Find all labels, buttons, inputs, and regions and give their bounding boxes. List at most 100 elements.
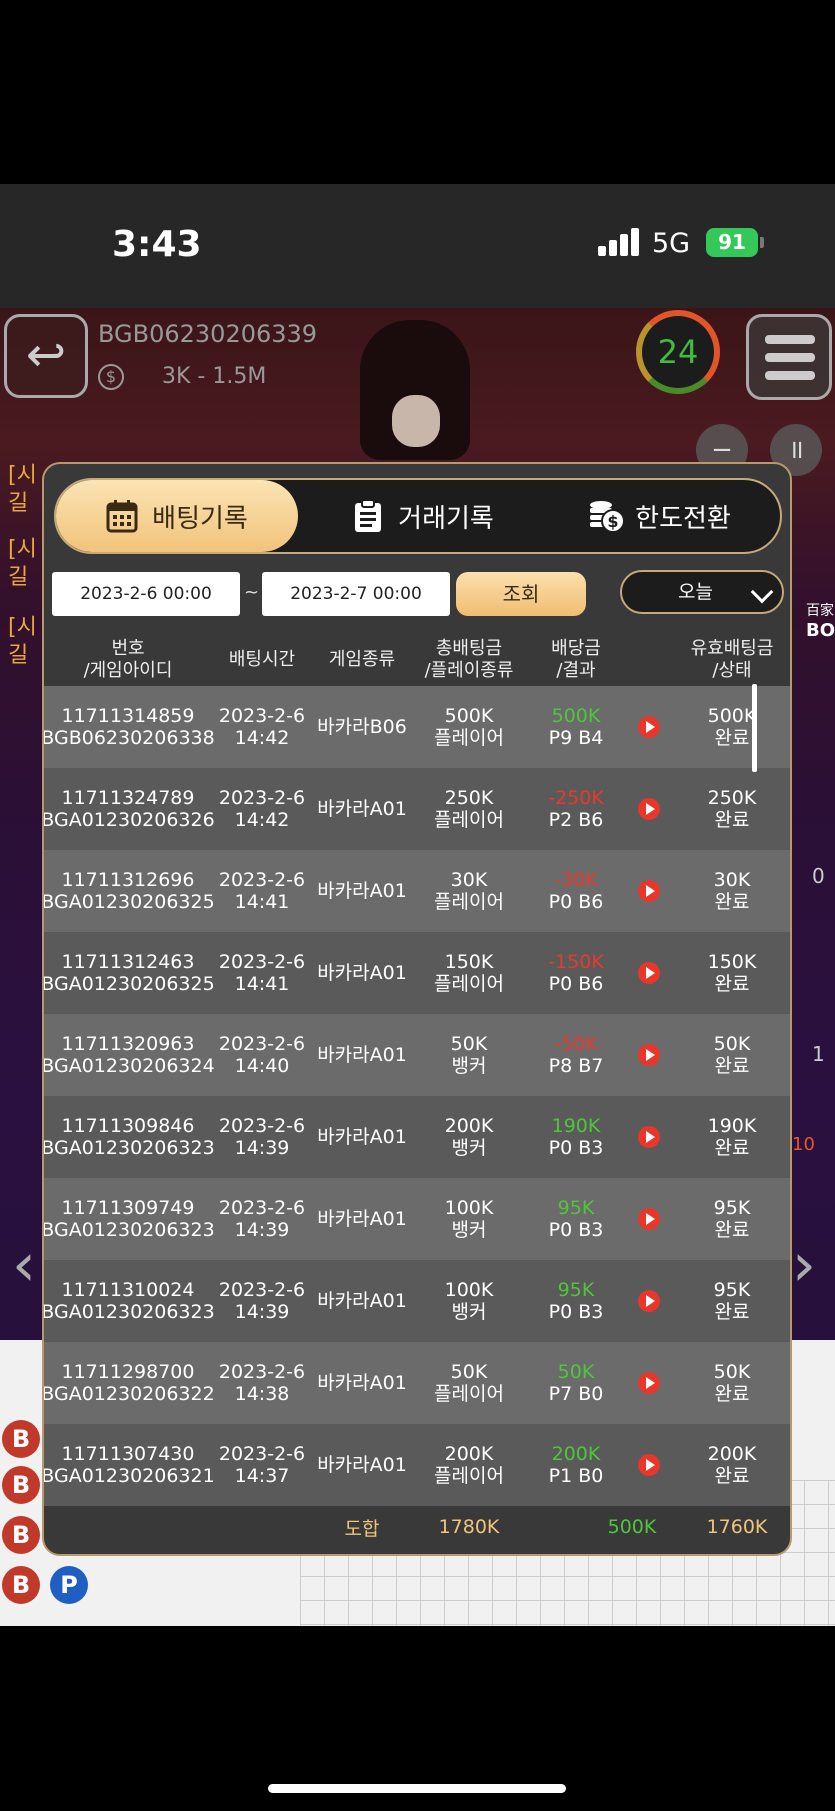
bet-number-cell: 11711307430 BGA01230206321 [42,1424,215,1506]
period-select[interactable]: 오늘 [620,570,784,614]
bet-time-time: 14:39 [234,1219,290,1241]
table-row: 11711312463 BGA01230206325 2023-2-6 14:41 바카… [44,932,790,1014]
table-row: 11711298700 BGA01230206322 2023-2-6 14:38 바카… [44,1342,790,1424]
valid-bet-cell: 190K 완료 [672,1096,790,1178]
valid-bet-cell: 500K 완료 [672,686,790,768]
replay-cell [626,850,672,932]
bet-time-time: 14:41 [234,891,290,913]
bet-amount-play: 플레이어 [434,727,504,749]
date-to-input[interactable]: 2023-2-7 00:00 [262,572,450,616]
payout-payout: 190K [551,1115,601,1137]
bet-number-no: 11711312696 [61,869,195,891]
table-row: 11711320963 BGA01230206324 2023-2-6 14:40 바카… [42,1014,790,1096]
game-type-game: 바카라A01 [317,1372,407,1394]
query-button[interactable]: 조회 [456,572,586,616]
totals-valid: 1760K [706,1516,768,1538]
menu-button[interactable] [746,314,832,400]
payout-result: P8 B7 [548,1055,604,1077]
bet-time-date: 2023-2-6 [218,1279,306,1301]
scrollbar[interactable] [752,684,757,772]
bet-number-game_id: BGB06230206338 [42,727,215,749]
tab-betting-record[interactable]: 배팅기록 [56,480,298,552]
play-replay-icon[interactable] [638,1126,660,1148]
payout-result: P0 B6 [548,973,604,995]
valid-bet-status: 완료 [714,809,750,831]
bet-number-cell: 11711309846 BGA01230206323 [44,1096,215,1178]
bet-amount-bet: 250K [444,787,494,809]
bet-number-game_id: BGA01230206323 [42,1219,215,1241]
payout-cell: -250K P2 B6 [526,768,626,850]
play-replay-icon[interactable] [638,1044,660,1066]
bet-number-no: 11711309846 [61,1115,195,1137]
bet-amount-bet: 200K [444,1443,494,1465]
game-type-cell: 바카라A01 [312,1342,412,1424]
payout-result: P2 B6 [548,809,604,831]
signal-icon [598,228,640,256]
bet-time-date: 2023-2-6 [218,787,306,809]
bet-time-cell: 2023-2-6 14:42 [212,768,312,850]
tab-label: 거래기록 [398,503,494,534]
bet-number-game_id: BGA01230206321 [42,1465,215,1487]
clock: 3:43 [112,224,202,265]
bet-time-time: 14:42 [234,727,290,749]
table-row: 11711314859 BGB06230206338 2023-2-6 14:42 바카… [42,686,790,768]
network-type: 5G [652,228,691,259]
payout-payout: 500K [551,705,601,727]
chat-line: [시 [8,537,37,562]
bet-number-game_id: BGA01230206325 [42,891,215,913]
valid-bet-cell: 50K 완료 [672,1014,790,1096]
next-arrow-icon[interactable]: › [792,1230,816,1300]
bet-number-no: 11711314859 [61,705,195,727]
side-label: BO [806,620,835,641]
totals-bet: 1780K [438,1516,500,1538]
valid-bet-cell: 150K 완료 [672,932,790,1014]
table-row: 11711309749 BGA01230206323 2023-2-6 14:39 바카… [42,1178,790,1260]
date-separator: ~ [244,582,260,603]
payout-payout: -50K [554,1033,598,1055]
play-replay-icon[interactable] [638,1290,660,1312]
chat-line: 길 [8,643,29,668]
player-count: 0 [812,864,825,888]
play-replay-icon[interactable] [638,798,660,820]
payout-cell: -30K P0 B6 [526,850,626,932]
valid-bet-status: 완료 [714,1465,750,1487]
valid-bet-cell: 30K 완료 [672,850,790,932]
bet-amount-bet: 30K [450,869,488,891]
bet-number-no: 11711312463 [61,951,195,973]
play-replay-icon[interactable] [638,716,660,738]
tab-transaction-record[interactable]: 거래기록 [310,480,536,552]
valid-bet-cell: 95K 완료 [672,1260,790,1342]
bet-amount-cell: 100K 뱅커 [412,1178,526,1260]
play-replay-icon[interactable] [638,962,660,984]
bet-time-cell: 2023-2-6 14:39 [212,1096,312,1178]
date-from-input[interactable]: 2023-2-6 00:00 [52,572,240,616]
payout-payout: -30K [554,869,598,891]
bet-limits: 3K - 1.5M [162,364,267,389]
road-banker-dot: B [2,1566,40,1604]
payout-payout: -150K [548,951,604,973]
replay-cell [626,932,672,1014]
bet-number-game_id: BGA01230206324 [42,1055,215,1077]
bet-time-cell: 2023-2-6 14:39 [212,1178,312,1260]
play-replay-icon[interactable] [638,1372,660,1394]
bet-amount-play: 플레이어 [434,973,504,995]
bet-amount-cell: 250K 플레이어 [412,768,526,850]
bet-time-date: 2023-2-6 [218,705,306,727]
bet-time-date: 2023-2-6 [218,1033,306,1055]
play-replay-icon[interactable] [638,1208,660,1230]
prev-arrow-icon[interactable]: ‹ [12,1230,36,1300]
tab-limit-switch[interactable]: $ 한도전환 [540,480,780,552]
back-button[interactable]: ↩ [4,314,88,398]
payout-result: P7 B0 [548,1383,604,1405]
home-indicator[interactable] [268,1784,566,1793]
bet-number-cell: 11711310024 BGA01230206323 [44,1260,215,1342]
bet-time-date: 2023-2-6 [218,1197,306,1219]
replay-cell [626,1260,672,1342]
side-label: 百家 [806,603,834,619]
game-type-cell: 바카라A01 [312,932,412,1014]
tab-label: 한도전환 [635,503,731,534]
valid-bet-cell: 250K 완료 [672,768,790,850]
play-replay-icon[interactable] [638,880,660,902]
bet-amount-play: 뱅커 [451,1137,487,1159]
play-replay-icon[interactable] [638,1454,660,1476]
